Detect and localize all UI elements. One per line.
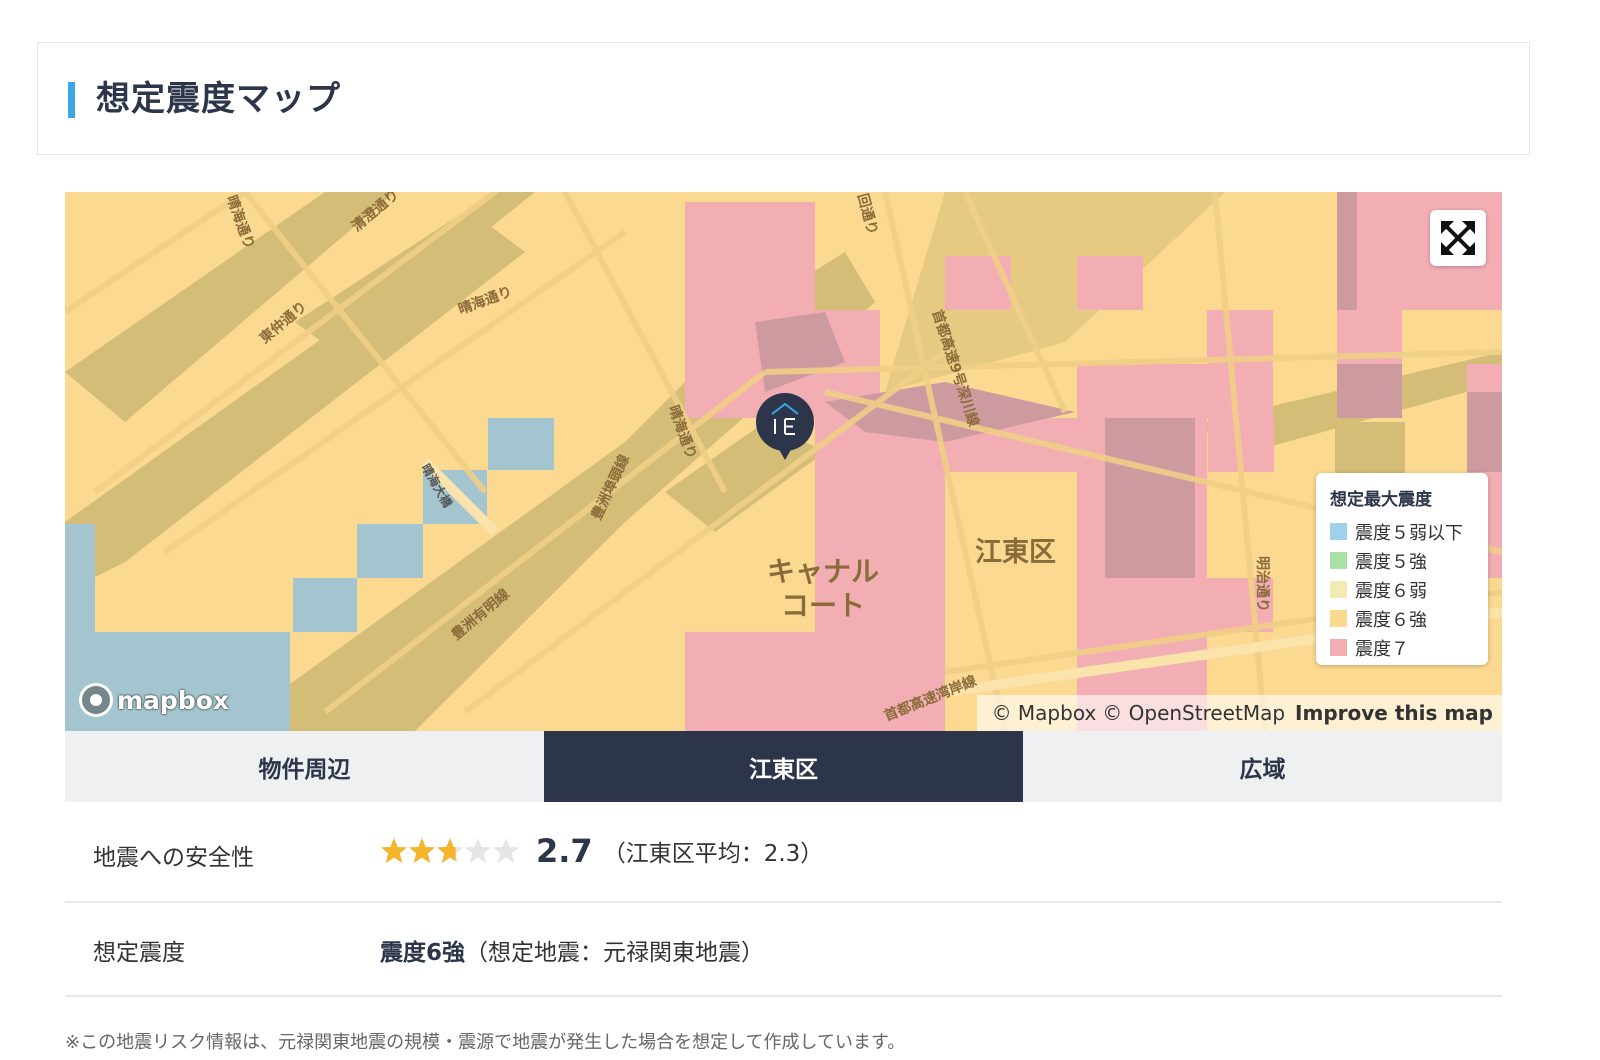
section-header: 想定震度マップ (37, 42, 1530, 155)
intensity-value: 震度6強 （想定地震：元禄関東地震） (380, 933, 764, 967)
footnote: ※この地震リスク情報は、元禄関東地震の規模・震源で地震が発生した場合を想定して作… (65, 1032, 906, 1053)
legend-item: 震度５弱以下 (1330, 517, 1474, 546)
legend-swatch (1330, 639, 1347, 656)
osm-attribution-link[interactable]: © OpenStreetMap (1102, 701, 1285, 725)
safety-value: 2.7 （江東区平均：2.3） (380, 832, 823, 870)
legend-swatch (1330, 552, 1347, 569)
safety-row: 地震への安全性 2.7 （江東区平均：2.3） (65, 802, 1502, 903)
star-icon (437, 838, 463, 863)
area-label: 江東区 (975, 537, 1056, 568)
legend-item: 震度７ (1330, 633, 1474, 662)
improve-map-link[interactable]: Improve this map (1295, 701, 1493, 725)
star-icon (465, 838, 491, 863)
mapbox-logo-text: mapbox (117, 685, 230, 715)
legend-item: 震度６強 (1330, 604, 1474, 633)
legend-swatch (1330, 581, 1347, 598)
tab-property-area[interactable]: 物件周辺 (65, 731, 544, 802)
home-pin-icon[interactable] (755, 392, 815, 464)
legend-item: 震度５強 (1330, 546, 1474, 575)
safety-score: 2.7 (536, 832, 593, 870)
page-title: 想定震度マップ (96, 79, 341, 119)
legend-label: 震度５強 (1355, 551, 1427, 573)
legend-label: 震度７ (1355, 638, 1409, 660)
area-tabs: 物件周辺 江東区 広域 (65, 731, 1502, 802)
seismic-map[interactable]: 晴海通り 晴海通り 晴海通り 東仲通り 清澄通り 晴海大橋 豊洲有明線 首都高速… (65, 192, 1502, 731)
legend-label: 震度６弱 (1355, 580, 1427, 602)
map-legend: 想定最大震度 震度５弱以下 震度５強 震度６弱 震度６強 震度７ (1316, 473, 1488, 665)
header-accent-bar (68, 82, 75, 118)
area-label: コート (781, 589, 866, 622)
mapbox-logo-icon (79, 683, 113, 717)
safety-label: 地震への安全性 (93, 845, 254, 871)
expand-arrows-icon (1441, 221, 1475, 255)
mapbox-logo[interactable]: mapbox (79, 683, 229, 717)
star-icon (409, 838, 435, 863)
intensity-row: 想定震度 震度6強 （想定地震：元禄関東地震） (65, 903, 1502, 997)
road-label: 明治通り (1254, 556, 1270, 612)
safety-average: （江東区平均：2.3） (602, 841, 824, 867)
legend-label: 震度６強 (1355, 609, 1427, 631)
legend-item: 震度６弱 (1330, 575, 1474, 604)
legend-swatch (1330, 523, 1347, 540)
star-icon (381, 838, 407, 863)
intensity-label: 想定震度 (93, 940, 185, 966)
star-icon (493, 838, 519, 863)
intensity-detail: （想定地震：元禄関東地震） (465, 940, 765, 966)
mapbox-attribution-link[interactable]: © Mapbox (992, 701, 1097, 725)
map-attribution: © Mapbox © OpenStreetMap Improve this ma… (976, 695, 1502, 731)
legend-swatch (1330, 610, 1347, 627)
intensity-level: 震度6強 (380, 940, 466, 966)
legend-title: 想定最大震度 (1330, 490, 1432, 510)
star-rating (380, 837, 520, 865)
fullscreen-button[interactable] (1430, 210, 1486, 266)
tab-koto-ward[interactable]: 江東区 (544, 731, 1023, 802)
legend-label: 震度５弱以下 (1355, 522, 1463, 544)
tab-wide-area[interactable]: 広域 (1023, 731, 1502, 802)
